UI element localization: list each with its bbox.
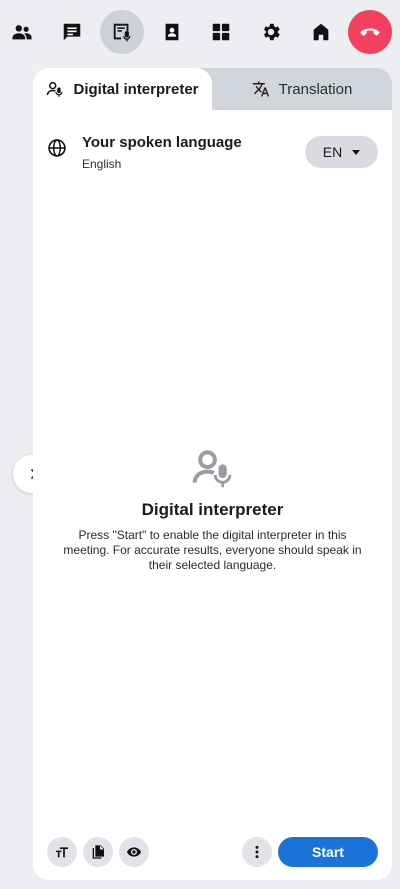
spoken-language-title: Your spoken language — [82, 134, 242, 151]
globe-icon — [48, 139, 66, 157]
eye-icon — [127, 847, 141, 857]
spoken-language-value: English — [82, 157, 122, 171]
contacts-icon — [165, 23, 179, 41]
copy-icon — [92, 845, 104, 859]
settings-button[interactable] — [249, 10, 293, 54]
participants-button[interactable] — [0, 10, 44, 54]
interpreter-person-icon — [47, 81, 63, 97]
apps-icon — [212, 23, 230, 41]
people-icon — [12, 25, 32, 40]
text-size-button[interactable] — [47, 837, 77, 867]
end-call-button[interactable] — [348, 10, 392, 54]
language-select[interactable]: EN — [305, 136, 378, 168]
apps-button[interactable] — [199, 10, 243, 54]
empty-state-title: Digital interpreter — [141, 500, 284, 519]
tab-label: Digital interpreter — [73, 80, 199, 98]
home-button[interactable] — [299, 10, 343, 54]
chat-button[interactable] — [50, 10, 94, 54]
more-options-button[interactable] — [242, 837, 272, 867]
tab-translation[interactable]: Translation — [212, 68, 392, 110]
start-button[interactable]: Start — [278, 837, 378, 867]
interpreter-button[interactable] — [100, 10, 144, 54]
home-icon — [313, 23, 329, 41]
settings-icon — [263, 23, 280, 41]
more-icon — [255, 845, 259, 859]
text-size-icon — [56, 847, 68, 858]
interpreter-icon — [113, 23, 131, 42]
meeting-toolbar — [0, 10, 400, 54]
interpreter-panel: Digital interpreter Translation Your spo… — [33, 68, 392, 880]
tab-digital-interpreter[interactable]: Digital interpreter — [33, 68, 212, 110]
empty-state: Digital interpreter Press "Start" to ena… — [33, 446, 392, 573]
tab-label: Translation — [278, 80, 353, 98]
copy-button[interactable] — [83, 837, 113, 867]
end-call-icon — [360, 28, 380, 36]
language-select-value: EN — [322, 144, 343, 160]
chat-icon — [63, 23, 81, 41]
spoken-language-row: Your spoken language English EN — [33, 110, 392, 192]
translate-icon — [252, 81, 269, 97]
caret-down-icon — [352, 149, 361, 155]
interpreter-person-icon — [192, 450, 231, 488]
panel-tabs: Digital interpreter Translation — [33, 68, 392, 110]
empty-state-description: Press "Start" to enable the digital inte… — [63, 528, 362, 572]
view-button[interactable] — [119, 837, 149, 867]
contacts-button[interactable] — [150, 10, 194, 54]
